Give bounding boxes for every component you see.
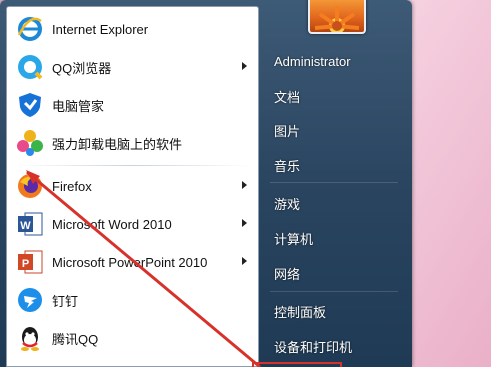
qq-browser-icon: [15, 52, 45, 82]
desktop-background: [412, 0, 491, 367]
program-powerpoint[interactable]: P Microsoft PowerPoint 2010: [12, 244, 255, 280]
program-firefox[interactable]: Firefox: [12, 168, 255, 204]
program-list-divider: [17, 165, 250, 166]
program-pc-manager[interactable]: 电脑管家: [12, 87, 255, 123]
right-item-label: Administrator: [274, 53, 351, 69]
submenu-arrow-icon[interactable]: [242, 257, 247, 265]
submenu-arrow-icon[interactable]: [242, 219, 247, 227]
places-divider: [270, 182, 398, 183]
qq-icon: [15, 323, 45, 353]
internet-explorer-icon: [15, 14, 45, 44]
network-link[interactable]: 网络: [264, 260, 406, 286]
places-divider: [270, 291, 398, 292]
right-item-label: 控制面板: [274, 304, 327, 320]
right-item-label: 音乐: [274, 158, 301, 174]
annotation-highlight-box: [252, 362, 342, 367]
pictures-link[interactable]: 图片: [264, 117, 406, 143]
svg-text:W: W: [20, 220, 31, 232]
program-qq[interactable]: 腾讯QQ: [12, 320, 255, 356]
program-uninstaller[interactable]: 强力卸载电脑上的软件: [12, 125, 255, 161]
program-internet-explorer[interactable]: Internet Explorer: [12, 11, 255, 47]
documents-link[interactable]: 文档: [264, 83, 406, 109]
program-label: 强力卸载电脑上的软件: [52, 136, 183, 152]
right-item-label: 游戏: [274, 196, 301, 212]
submenu-arrow-icon[interactable]: [242, 62, 247, 70]
right-item-label: 图片: [274, 123, 301, 139]
uninstaller-icon: [15, 128, 45, 158]
devices-and-printers-link[interactable]: 设备和打印机: [264, 333, 406, 359]
user-picture[interactable]: [308, 0, 366, 34]
firefox-icon: [15, 171, 45, 201]
submenu-arrow-icon[interactable]: [242, 181, 247, 189]
control-panel-link[interactable]: 控制面板: [264, 298, 406, 324]
dingtalk-icon: [15, 285, 45, 315]
program-word[interactable]: W Microsoft Word 2010: [12, 206, 255, 242]
program-label: 电脑管家: [52, 98, 105, 114]
music-link[interactable]: 音乐: [264, 152, 406, 178]
program-dingtalk[interactable]: 钉钉: [12, 282, 255, 318]
program-label: 腾讯QQ: [52, 331, 99, 347]
program-label: Internet Explorer: [52, 21, 149, 37]
program-label: Microsoft Word 2010: [52, 216, 172, 232]
right-item-label: 网络: [274, 266, 301, 282]
powerpoint-icon: P: [15, 247, 45, 277]
program-label: 钉钉: [52, 293, 79, 309]
games-link[interactable]: 游戏: [264, 190, 406, 216]
right-item-label: 计算机: [274, 231, 314, 247]
program-label: Microsoft PowerPoint 2010: [52, 254, 208, 270]
program-label: QQ浏览器: [52, 60, 112, 76]
pc-manager-icon: [15, 90, 45, 120]
word-icon: W: [15, 209, 45, 239]
program-label: Firefox: [52, 178, 92, 194]
programs-pane: Internet Explorer QQ浏览器 电脑管家 强力卸载电脑上的软件: [6, 6, 259, 367]
right-item-label: 设备和打印机: [274, 339, 353, 355]
svg-text:P: P: [22, 258, 29, 270]
computer-link[interactable]: 计算机: [264, 225, 406, 251]
user-name-link[interactable]: Administrator: [264, 48, 406, 74]
right-item-label: 文档: [274, 89, 301, 105]
program-qq-browser[interactable]: QQ浏览器: [12, 49, 255, 85]
